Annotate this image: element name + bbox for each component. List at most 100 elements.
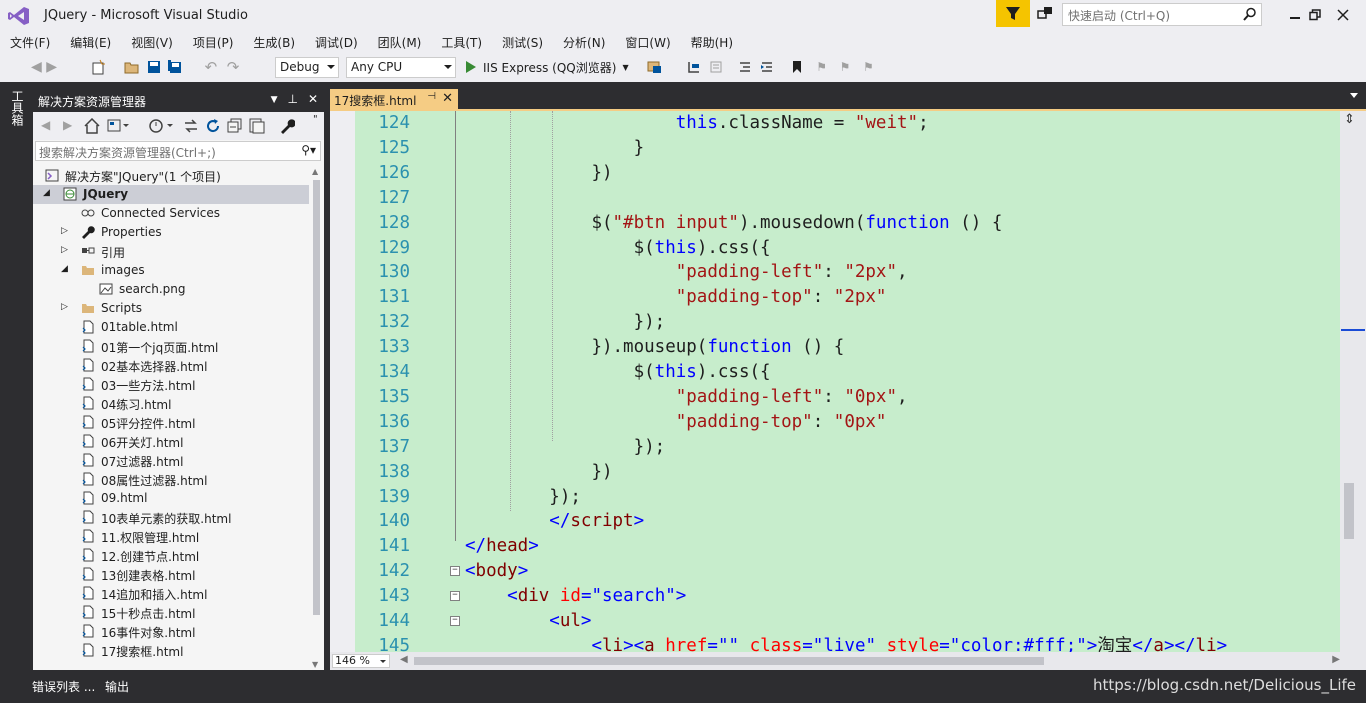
tree-node[interactable]: 16事件对象.html xyxy=(33,622,309,641)
editor-vertical-scrollbar[interactable]: ⇕ xyxy=(1340,111,1366,652)
tree-node[interactable]: 02基本选择器.html xyxy=(33,356,309,375)
menu-item-6[interactable]: 团队(M) xyxy=(368,31,432,53)
tree-node[interactable]: ▷ Scripts xyxy=(33,299,309,318)
feedback-icon[interactable] xyxy=(1036,5,1054,23)
scroll-down-icon[interactable]: ▼ xyxy=(312,660,318,669)
home-icon[interactable] xyxy=(84,118,100,134)
tree-node[interactable]: 12.创建节点.html xyxy=(33,546,309,565)
horizontal-scrollbar-thumb[interactable] xyxy=(414,657,1044,665)
collapse-all-icon[interactable] xyxy=(227,118,243,134)
back-icon[interactable]: ◀ xyxy=(41,118,50,132)
tab-17-search-html[interactable]: 17搜索框.html ⊣ ✕ xyxy=(330,89,458,109)
quick-launch-input[interactable]: 快速启动 (Ctrl+Q) xyxy=(1062,3,1262,26)
tree-node[interactable]: 04练习.html xyxy=(33,394,309,413)
start-debugging-button[interactable]: IIS Express (QQ浏览器) ▼ xyxy=(464,58,634,76)
outdent-button[interactable] xyxy=(737,58,753,76)
menu-item-0[interactable]: 文件(F) xyxy=(0,31,60,53)
menu-item-2[interactable]: 视图(V) xyxy=(121,31,183,53)
tree-node[interactable]: ▷ Properties xyxy=(33,223,309,242)
new-project-button[interactable] xyxy=(88,58,108,76)
refresh-icon[interactable] xyxy=(205,118,221,134)
toolbox-tab[interactable]: 工具箱 xyxy=(9,90,26,126)
open-file-button[interactable] xyxy=(122,58,142,76)
scrollbar-thumb[interactable] xyxy=(1344,483,1354,539)
zoom-select[interactable]: 146 % xyxy=(332,654,390,668)
menu-item-4[interactable]: 生成(B) xyxy=(243,31,305,53)
tree-node[interactable]: 08属性过滤器.html xyxy=(33,470,309,489)
menu-item-9[interactable]: 分析(N) xyxy=(553,31,615,53)
sync-icon[interactable] xyxy=(183,118,199,134)
tree-node[interactable]: 15十秒点击.html xyxy=(33,603,309,622)
overflow-icon[interactable]: " xyxy=(313,114,318,125)
tree-node[interactable]: 17搜索框.html xyxy=(33,641,309,660)
scrollbar-thumb[interactable] xyxy=(313,180,320,615)
menu-item-11[interactable]: 帮助(H) xyxy=(681,31,743,53)
expanded-arrow-icon[interactable]: ◢ xyxy=(43,188,52,198)
solution-explorer-search-input[interactable]: 搜索解决方案资源管理器(Ctrl+;) ⚲▾ xyxy=(35,141,321,161)
undo-redo-buttons[interactable]: ↶ ↷ xyxy=(196,58,248,76)
collapse-region-icon[interactable]: − xyxy=(450,591,460,602)
menu-item-1[interactable]: 编辑(E) xyxy=(60,31,121,53)
output-tab[interactable]: 输出 xyxy=(105,678,129,695)
menu-item-5[interactable]: 调试(D) xyxy=(305,31,368,53)
step-into-button[interactable] xyxy=(686,58,702,76)
save-all-button[interactable] xyxy=(166,58,184,76)
tree-node[interactable]: search.png xyxy=(33,280,309,299)
solution-configuration-select[interactable]: Debug xyxy=(275,57,339,78)
properties-wrench-icon[interactable] xyxy=(279,118,295,134)
tree-node[interactable]: 07过滤器.html xyxy=(33,451,309,470)
close-button[interactable] xyxy=(1320,0,1366,29)
scroll-up-icon[interactable]: ▲ xyxy=(312,167,318,176)
tree-node[interactable]: 11.权限管理.html xyxy=(33,527,309,546)
tree-node[interactable]: ◢ JQuery xyxy=(33,185,309,204)
format-button[interactable] xyxy=(708,58,724,76)
scroll-right-icon[interactable]: ▶ xyxy=(1332,654,1340,665)
switch-views-icon[interactable] xyxy=(107,118,131,134)
tab-list-dropdown-icon[interactable] xyxy=(1350,93,1358,98)
tree-node[interactable]: 06开关灯.html xyxy=(33,432,309,451)
menu-item-7[interactable]: 工具(T) xyxy=(431,31,492,53)
back-forward-buttons[interactable]: ◀ ▶ xyxy=(24,58,64,76)
window-position-icon[interactable]: ▼ xyxy=(271,95,278,106)
browser-link-button[interactable] xyxy=(640,58,670,76)
tree-node[interactable]: ▷ 引用 xyxy=(33,242,309,261)
tree-node[interactable]: 05评分控件.html xyxy=(33,413,309,432)
menu-item-8[interactable]: 测试(S) xyxy=(492,31,553,53)
tree-node[interactable]: 13创建表格.html xyxy=(33,565,309,584)
expanded-arrow-icon[interactable]: ◢ xyxy=(61,264,70,274)
menu-item-10[interactable]: 窗口(W) xyxy=(615,31,680,53)
save-button[interactable] xyxy=(145,58,163,76)
pin-icon[interactable]: ⊥ xyxy=(287,92,297,106)
tree-node[interactable]: Connected Services xyxy=(33,204,309,223)
code-editor[interactable]: 124 this.className = "weit"; 125 } 126 }) 1… xyxy=(330,111,1340,652)
collapsed-arrow-icon[interactable]: ▷ xyxy=(61,302,70,312)
scroll-left-icon[interactable]: ◀ xyxy=(400,654,408,665)
tree-node[interactable]: 09.html xyxy=(33,489,309,508)
pending-changes-icon[interactable] xyxy=(149,118,175,134)
solution-explorer-scrollbar[interactable]: ▲ ▼ xyxy=(309,166,324,670)
collapsed-arrow-icon[interactable]: ▷ xyxy=(61,226,70,236)
collapse-region-icon[interactable]: − xyxy=(450,616,460,626)
indent-button[interactable] xyxy=(759,58,775,76)
notification-filter-button[interactable] xyxy=(996,0,1030,27)
show-all-files-icon[interactable] xyxy=(249,118,265,134)
tree-node[interactable]: 01table.html xyxy=(33,318,309,337)
tree-node[interactable]: ◢ images xyxy=(33,261,309,280)
forward-icon[interactable]: ▶ xyxy=(63,118,72,132)
tree-node[interactable]: 01第一个jq页面.html xyxy=(33,337,309,356)
close-tab-icon[interactable]: ✕ xyxy=(442,91,453,106)
bookmark-button[interactable] xyxy=(789,58,805,76)
collapsed-arrow-icon[interactable]: ▷ xyxy=(61,245,70,255)
menu-item-3[interactable]: 项目(P) xyxy=(183,31,244,53)
split-handle-icon[interactable]: ⇕ xyxy=(1344,112,1355,127)
error-list-tab[interactable]: 错误列表 ... xyxy=(32,678,95,695)
bookmark-nav-buttons[interactable]: ⚑ ⚑ ⚑ xyxy=(810,58,880,76)
close-icon[interactable]: ✕ xyxy=(308,92,318,106)
solution-platform-select[interactable]: Any CPU xyxy=(346,57,456,78)
pin-icon[interactable]: ⊣ xyxy=(427,91,436,102)
tree-node[interactable]: 14追加和插入.html xyxy=(33,584,309,603)
collapse-region-icon[interactable]: − xyxy=(450,566,460,577)
tree-node[interactable]: 03一些方法.html xyxy=(33,375,309,394)
tree-node[interactable]: 解决方案"JQuery"(1 个项目) xyxy=(33,166,309,185)
tree-node[interactable]: 10表单元素的获取.html xyxy=(33,508,309,527)
